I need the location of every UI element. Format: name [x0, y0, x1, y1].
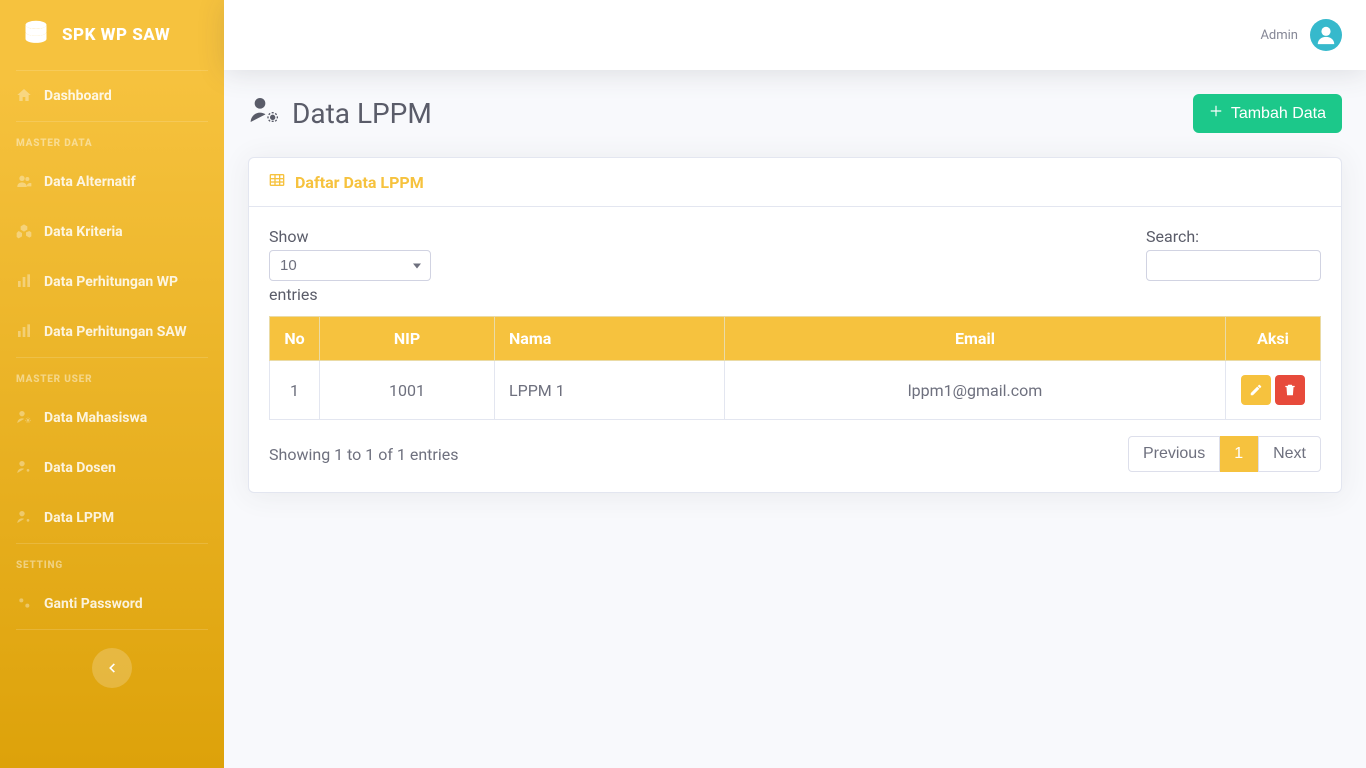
trash-icon: [1283, 383, 1297, 397]
nav-label: Data Perhitungan WP: [44, 274, 178, 290]
user-icon: [1315, 24, 1337, 46]
col-email[interactable]: Email: [725, 317, 1226, 361]
pagination-next[interactable]: Next: [1258, 436, 1321, 472]
page-title-text: Data LPPM: [292, 97, 432, 130]
edit-icon: [1249, 383, 1263, 397]
col-nip[interactable]: NIP: [320, 317, 495, 361]
pagination: Previous 1 Next: [1128, 436, 1321, 472]
users-icon: [16, 173, 34, 191]
search-input[interactable]: [1146, 250, 1321, 281]
nav-label: Data Mahasiswa: [44, 410, 147, 426]
chart-bar-icon: [16, 323, 34, 341]
nav-label: Data Kriteria: [44, 224, 123, 240]
cell-nama: LPPM 1: [495, 361, 725, 420]
chevron-left-icon: [105, 661, 119, 675]
add-button-label: Tambah Data: [1231, 105, 1326, 123]
card-header: Daftar Data LPPM: [249, 158, 1341, 207]
col-no[interactable]: No: [270, 317, 320, 361]
card-body: Show 10 entries Search:: [249, 207, 1341, 492]
sidebar-heading-master-user: MASTER USER: [0, 358, 224, 393]
brand-title: SPK WP SAW: [62, 25, 170, 45]
sidebar-item-dashboard[interactable]: Dashboard: [0, 71, 224, 121]
cogs-icon: [16, 595, 34, 613]
search-control: Search:: [1146, 227, 1321, 304]
col-nama[interactable]: Nama: [495, 317, 725, 361]
sidebar-item-data-lppm[interactable]: Data LPPM: [0, 493, 224, 543]
brand-link[interactable]: SPK WP SAW: [0, 0, 224, 70]
card: Daftar Data LPPM Show 10 entries Sea: [248, 157, 1342, 493]
card-title: Daftar Data LPPM: [295, 173, 424, 192]
nav-label: Ganti Password: [44, 596, 143, 612]
nav-label: Data Alternatif: [44, 174, 136, 190]
cell-no: 1: [270, 361, 320, 420]
user-cog-icon: [16, 409, 34, 427]
table-row: 1 1001 LPPM 1 lppm1@gmail.com: [270, 361, 1321, 420]
content: Admin Data LPPM Tambah Data: [224, 0, 1366, 768]
sidebar-item-ganti-password[interactable]: Ganti Password: [0, 579, 224, 629]
table-footer: Showing 1 to 1 of 1 entries Previous 1 N…: [269, 436, 1321, 472]
table-header-row: No NIP Nama Email Aksi: [270, 317, 1321, 361]
user-cog-icon: [248, 94, 280, 133]
divider: [16, 629, 208, 630]
cell-actions: [1226, 361, 1321, 420]
length-select[interactable]: 10: [269, 250, 431, 281]
data-table: No NIP Nama Email Aksi 1 1001 LPPM 1 lpp: [269, 316, 1321, 420]
cell-email: lppm1@gmail.com: [725, 361, 1226, 420]
plus-icon: [1209, 104, 1223, 123]
main: Data LPPM Tambah Data Daftar Data LPPM S…: [224, 70, 1366, 517]
length-control: Show 10 entries: [269, 227, 431, 304]
edit-button[interactable]: [1241, 375, 1271, 405]
table-info: Showing 1 to 1 of 1 entries: [269, 445, 458, 464]
sidebar-item-data-mahasiswa[interactable]: Data Mahasiswa: [0, 393, 224, 443]
nav-label: Data LPPM: [44, 510, 114, 526]
avatar: [1310, 19, 1342, 51]
cubes-icon: [16, 223, 34, 241]
delete-button[interactable]: [1275, 375, 1305, 405]
user-cog-icon: [16, 509, 34, 527]
sidebar-item-data-kriteria[interactable]: Data Kriteria: [0, 207, 224, 257]
length-select-wrap: 10: [269, 250, 431, 281]
sidebar: SPK WP SAW Dashboard MASTER DATA Data Al…: [0, 0, 224, 768]
user-cog-icon: [16, 459, 34, 477]
table-controls: Show 10 entries Search:: [269, 227, 1321, 304]
page-header: Data LPPM Tambah Data: [248, 94, 1342, 133]
sidebar-item-data-alternatif[interactable]: Data Alternatif: [0, 157, 224, 207]
pagination-prev[interactable]: Previous: [1128, 436, 1220, 472]
sidebar-item-perhitungan-saw[interactable]: Data Perhitungan SAW: [0, 307, 224, 357]
nav-label: Data Dosen: [44, 460, 116, 476]
sidebar-collapse-button[interactable]: [92, 648, 132, 688]
show-label: Show: [269, 227, 431, 246]
sidebar-heading-setting: SETTING: [0, 544, 224, 579]
pagination-page-1[interactable]: 1: [1220, 436, 1258, 472]
username: Admin: [1260, 28, 1298, 43]
table-icon: [269, 172, 285, 192]
sidebar-item-data-dosen[interactable]: Data Dosen: [0, 443, 224, 493]
entries-label: entries: [269, 285, 431, 304]
user-menu[interactable]: Admin: [1260, 19, 1342, 51]
add-data-button[interactable]: Tambah Data: [1193, 94, 1342, 133]
cell-nip: 1001: [320, 361, 495, 420]
sidebar-item-perhitungan-wp[interactable]: Data Perhitungan WP: [0, 257, 224, 307]
home-icon: [16, 87, 34, 105]
database-icon: [22, 19, 50, 52]
topbar: Admin: [224, 0, 1366, 70]
sidebar-heading-master-data: MASTER DATA: [0, 122, 224, 157]
chart-bar-icon: [16, 273, 34, 291]
page-title: Data LPPM: [248, 94, 432, 133]
nav-label: Dashboard: [44, 88, 112, 104]
col-aksi[interactable]: Aksi: [1226, 317, 1321, 361]
nav-label: Data Perhitungan SAW: [44, 324, 187, 340]
search-label: Search:: [1146, 227, 1321, 246]
